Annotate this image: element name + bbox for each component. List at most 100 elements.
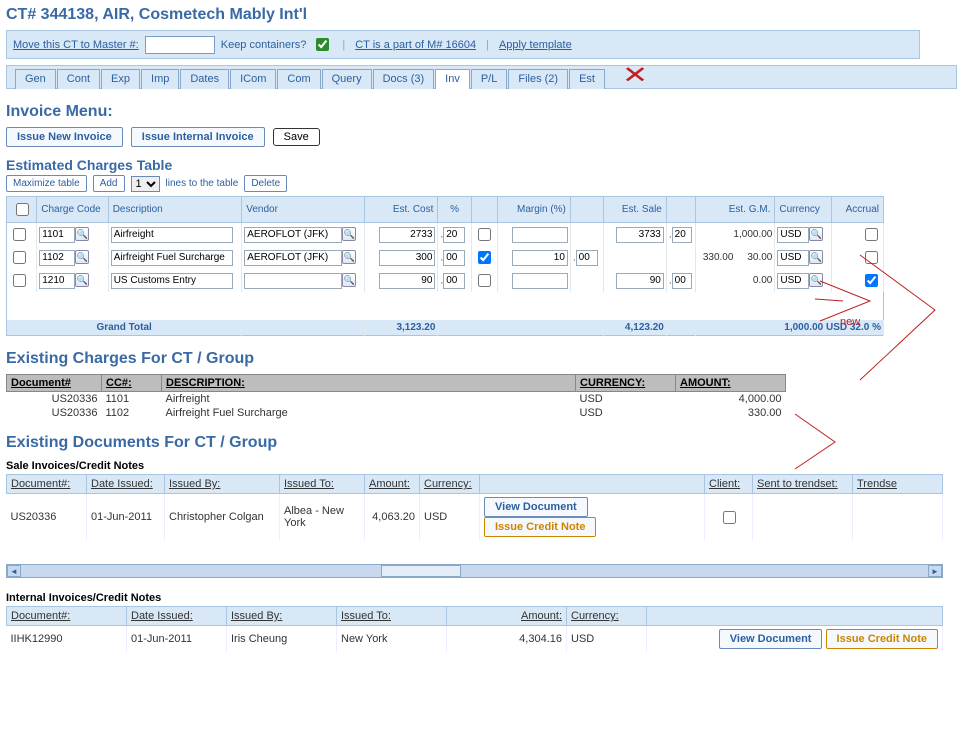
ec-col-desc[interactable]: DESCRIPTION: xyxy=(162,375,576,392)
col-est-cost[interactable]: Est. Cost xyxy=(365,197,438,223)
col-charge-code[interactable]: Charge Code xyxy=(37,197,108,223)
lookup-icon[interactable]: 🔍 xyxy=(342,250,356,264)
maximize-table-button[interactable]: Maximize table xyxy=(6,175,87,192)
lookup-icon[interactable]: 🔍 xyxy=(809,227,823,241)
ec-col-amt[interactable]: AMOUNT: xyxy=(676,375,786,392)
lookup-icon[interactable]: 🔍 xyxy=(75,273,89,287)
issue-credit-note-button[interactable]: Issue Credit Note xyxy=(826,629,938,649)
col-margin[interactable]: Margin (%) xyxy=(497,197,570,223)
row-select-checkbox[interactable] xyxy=(13,274,26,287)
tab-dates[interactable]: Dates xyxy=(180,69,229,89)
si-col-cur[interactable]: Currency: xyxy=(420,475,480,494)
margin-checkbox[interactable] xyxy=(478,251,491,264)
description-input[interactable] xyxy=(111,227,233,243)
lookup-icon[interactable]: 🔍 xyxy=(342,273,356,287)
charge-code-input[interactable] xyxy=(39,227,75,243)
ec-col-cur[interactable]: CURRENCY: xyxy=(576,375,676,392)
tab-exp[interactable]: Exp xyxy=(101,69,140,89)
currency-input[interactable] xyxy=(777,250,809,266)
accrual-checkbox[interactable] xyxy=(865,274,878,287)
tab-inv[interactable]: Inv xyxy=(435,69,470,89)
vendor-input[interactable] xyxy=(244,250,342,266)
tab-icom[interactable]: ICom xyxy=(230,69,276,89)
scroll-left-icon[interactable]: ◄ xyxy=(7,565,21,577)
ec-col-doc[interactable]: Document# xyxy=(7,375,102,392)
margin-checkbox[interactable] xyxy=(478,228,491,241)
si-col-sent[interactable]: Sent to trendset: xyxy=(753,475,853,494)
horizontal-scrollbar[interactable]: ◄ ► xyxy=(6,564,943,578)
move-ct-input[interactable] xyxy=(145,36,215,54)
est-cost-input[interactable] xyxy=(379,250,435,266)
tab-cont[interactable]: Cont xyxy=(57,69,100,89)
ii-col-to[interactable]: Issued To: xyxy=(337,607,447,626)
select-all-checkbox[interactable] xyxy=(16,203,29,216)
save-button[interactable]: Save xyxy=(273,128,320,146)
cost-pct-input[interactable] xyxy=(443,250,465,266)
si-col-by[interactable]: Issued By: xyxy=(165,475,280,494)
row-select-checkbox[interactable] xyxy=(13,228,26,241)
ii-col-by[interactable]: Issued By: xyxy=(227,607,337,626)
issue-internal-invoice-button[interactable]: Issue Internal Invoice xyxy=(131,127,265,147)
si-col-trendse[interactable]: Trendse xyxy=(853,475,943,494)
keep-containers-checkbox[interactable] xyxy=(316,38,329,51)
si-col-client[interactable]: Client: xyxy=(705,475,753,494)
description-input[interactable] xyxy=(111,273,233,289)
margin-pct-input[interactable] xyxy=(576,250,598,266)
description-input[interactable] xyxy=(111,250,233,266)
view-document-button[interactable]: View Document xyxy=(719,629,823,649)
add-lines-button[interactable]: Add xyxy=(93,175,125,192)
sale-pct-input[interactable] xyxy=(672,273,692,289)
lookup-icon[interactable]: 🔍 xyxy=(809,273,823,287)
ii-col-amt[interactable]: Amount: xyxy=(447,607,567,626)
col-accrual[interactable]: Accrual xyxy=(831,197,883,223)
client-checkbox[interactable] xyxy=(723,511,736,524)
margin-checkbox[interactable] xyxy=(478,274,491,287)
margin-input[interactable] xyxy=(512,227,568,243)
scroll-thumb[interactable] xyxy=(381,565,461,577)
tab-files-2-[interactable]: Files (2) xyxy=(508,69,568,89)
lookup-icon[interactable]: 🔍 xyxy=(342,227,356,241)
si-col-doc[interactable]: Document#: xyxy=(7,475,87,494)
si-col-amt[interactable]: Amount: xyxy=(365,475,420,494)
vendor-input[interactable] xyxy=(244,273,342,289)
est-sale-input[interactable] xyxy=(616,273,664,289)
cost-pct-input[interactable] xyxy=(443,227,465,243)
part-of-link[interactable]: CT is a part of M# 16604 xyxy=(355,39,476,51)
issue-new-invoice-button[interactable]: Issue New Invoice xyxy=(6,127,123,147)
lines-count-select[interactable]: 1 xyxy=(131,176,160,192)
tab-gen[interactable]: Gen xyxy=(15,69,56,89)
lookup-icon[interactable]: 🔍 xyxy=(75,227,89,241)
view-document-button[interactable]: View Document xyxy=(484,497,588,517)
sale-pct-input[interactable] xyxy=(672,227,692,243)
charge-code-input[interactable] xyxy=(39,250,75,266)
vendor-input[interactable] xyxy=(244,227,342,243)
currency-input[interactable] xyxy=(777,273,809,289)
ii-col-date[interactable]: Date Issued: xyxy=(127,607,227,626)
est-cost-input[interactable] xyxy=(379,227,435,243)
col-currency[interactable]: Currency xyxy=(775,197,831,223)
apply-template-link[interactable]: Apply template xyxy=(499,39,572,51)
tab-docs-3-[interactable]: Docs (3) xyxy=(373,69,435,89)
charge-code-input[interactable] xyxy=(39,273,75,289)
si-col-date[interactable]: Date Issued: xyxy=(87,475,165,494)
col-est-sale[interactable]: Est. Sale xyxy=(604,197,667,223)
issue-credit-note-button[interactable]: Issue Credit Note xyxy=(484,517,596,537)
tab-p-l[interactable]: P/L xyxy=(471,69,508,89)
delete-lines-button[interactable]: Delete xyxy=(244,175,287,192)
cost-pct-input[interactable] xyxy=(443,273,465,289)
tab-est[interactable]: Est xyxy=(569,69,605,89)
tab-query[interactable]: Query xyxy=(322,69,372,89)
scroll-right-icon[interactable]: ► xyxy=(928,565,942,577)
est-sale-input[interactable] xyxy=(616,227,664,243)
tab-imp[interactable]: Imp xyxy=(141,69,179,89)
accrual-checkbox[interactable] xyxy=(865,251,878,264)
tab-com[interactable]: Com xyxy=(277,69,320,89)
row-select-checkbox[interactable] xyxy=(13,251,26,264)
ii-col-doc[interactable]: Document#: xyxy=(7,607,127,626)
currency-input[interactable] xyxy=(777,227,809,243)
est-cost-input[interactable] xyxy=(379,273,435,289)
accrual-checkbox[interactable] xyxy=(865,228,878,241)
si-col-to[interactable]: Issued To: xyxy=(280,475,365,494)
lookup-icon[interactable]: 🔍 xyxy=(75,250,89,264)
margin-input[interactable] xyxy=(512,250,568,266)
